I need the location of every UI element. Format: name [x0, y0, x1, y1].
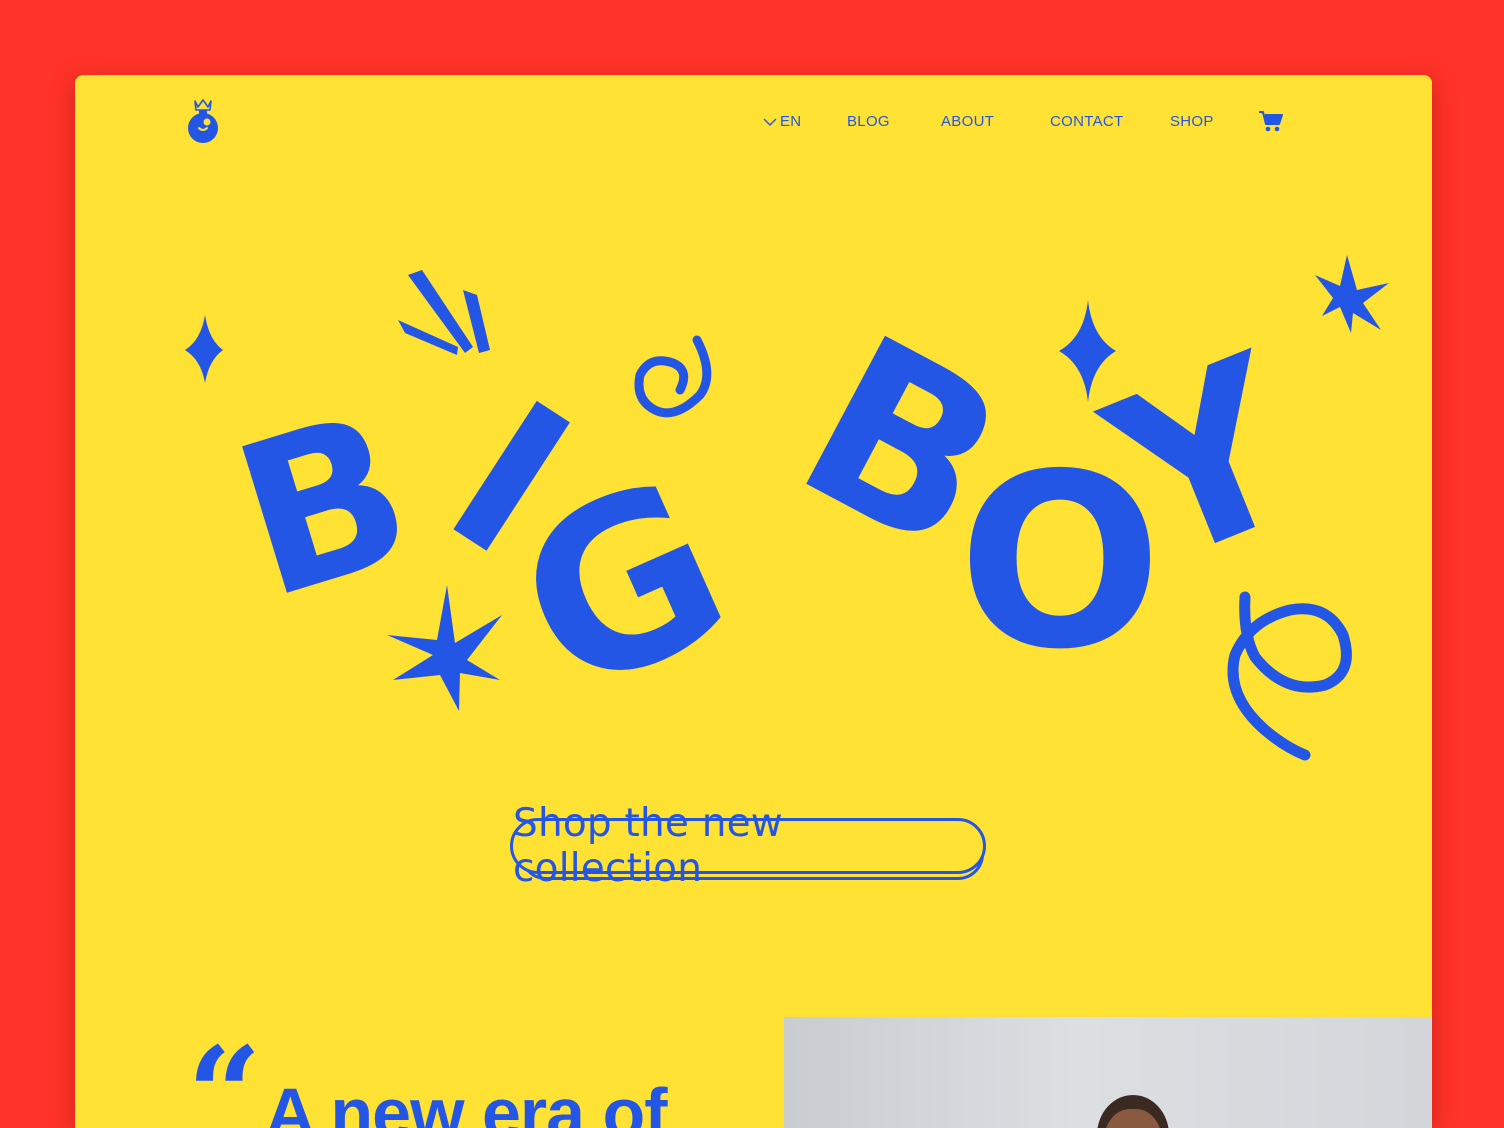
hero-letter-b1: B — [211, 365, 436, 646]
star-icon — [1315, 255, 1389, 333]
quote-heading: A new era of — [265, 1074, 668, 1128]
quote-mark: “ — [187, 1018, 262, 1128]
model-photo — [784, 1017, 1432, 1128]
sparkle-icon — [185, 315, 223, 383]
page-card: EN BLOG ABOUT CONTACT SHOP B I G B O Y S… — [75, 75, 1432, 1128]
burst-lines-icon — [398, 270, 490, 355]
hero: B I G B O Y — [75, 75, 1432, 835]
swirl-icon — [634, 335, 712, 418]
hero-artwork: B I G B O Y — [185, 255, 1389, 761]
swirl-icon — [1227, 591, 1352, 761]
shop-collection-label: Shop the new collection — [510, 801, 986, 891]
shop-collection-button[interactable]: Shop the new collection — [510, 801, 986, 891]
